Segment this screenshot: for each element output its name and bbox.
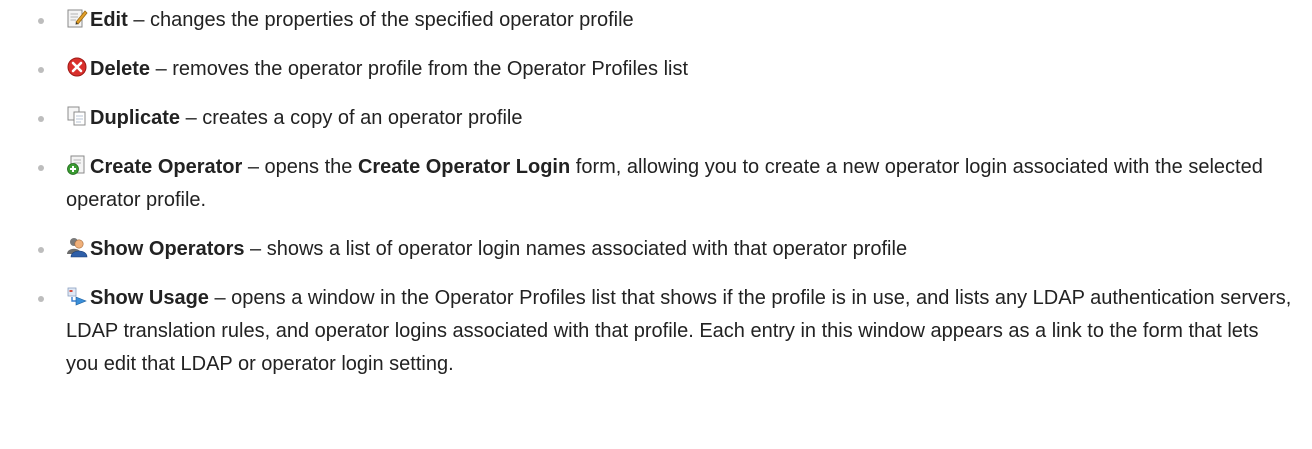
list-item-show-operators: Show Operators – shows a list of operato…	[0, 233, 1312, 266]
action-description: – shows a list of operator login names a…	[244, 238, 908, 260]
action-description: – changes the properties of the specifie…	[127, 9, 634, 31]
action-title: Edit	[90, 9, 128, 31]
create-operator-icon	[66, 154, 88, 176]
edit-icon	[66, 7, 88, 29]
operator-profile-actions-list: Edit – changes the properties of the spe…	[0, 4, 1312, 381]
list-item-delete: Delete – removes the operator profile fr…	[0, 53, 1312, 86]
show-usage-icon	[66, 285, 88, 307]
bullet	[38, 116, 44, 122]
delete-icon	[66, 56, 88, 78]
action-title: Show Operators	[90, 238, 245, 260]
action-title: Delete	[90, 58, 151, 80]
list-item-edit: Edit – changes the properties of the spe…	[0, 4, 1312, 37]
form-name: Create Operator Login	[357, 156, 571, 178]
action-description: – opens a window in the Operator Profile…	[66, 287, 1292, 375]
bullet	[38, 67, 44, 73]
list-item-duplicate: Duplicate – creates a copy of an operato…	[0, 102, 1312, 135]
action-title: Create Operator	[90, 156, 243, 178]
bullet	[38, 296, 44, 302]
bullet	[38, 165, 44, 171]
action-description: – creates a copy of an operator profile	[180, 107, 523, 129]
list-item-show-usage: Show Usage – opens a window in the Opera…	[0, 282, 1312, 381]
show-operators-icon	[66, 236, 88, 258]
action-title: Duplicate	[90, 107, 181, 129]
action-description: – removes the operator profile from the …	[150, 58, 689, 80]
bullet	[38, 18, 44, 24]
list-item-create-operator: Create Operator – opens the Create Opera…	[0, 151, 1312, 217]
action-title: Show Usage	[90, 287, 209, 309]
bullet	[38, 247, 44, 253]
duplicate-icon	[66, 105, 88, 127]
action-description-pre: – opens the	[242, 156, 358, 178]
